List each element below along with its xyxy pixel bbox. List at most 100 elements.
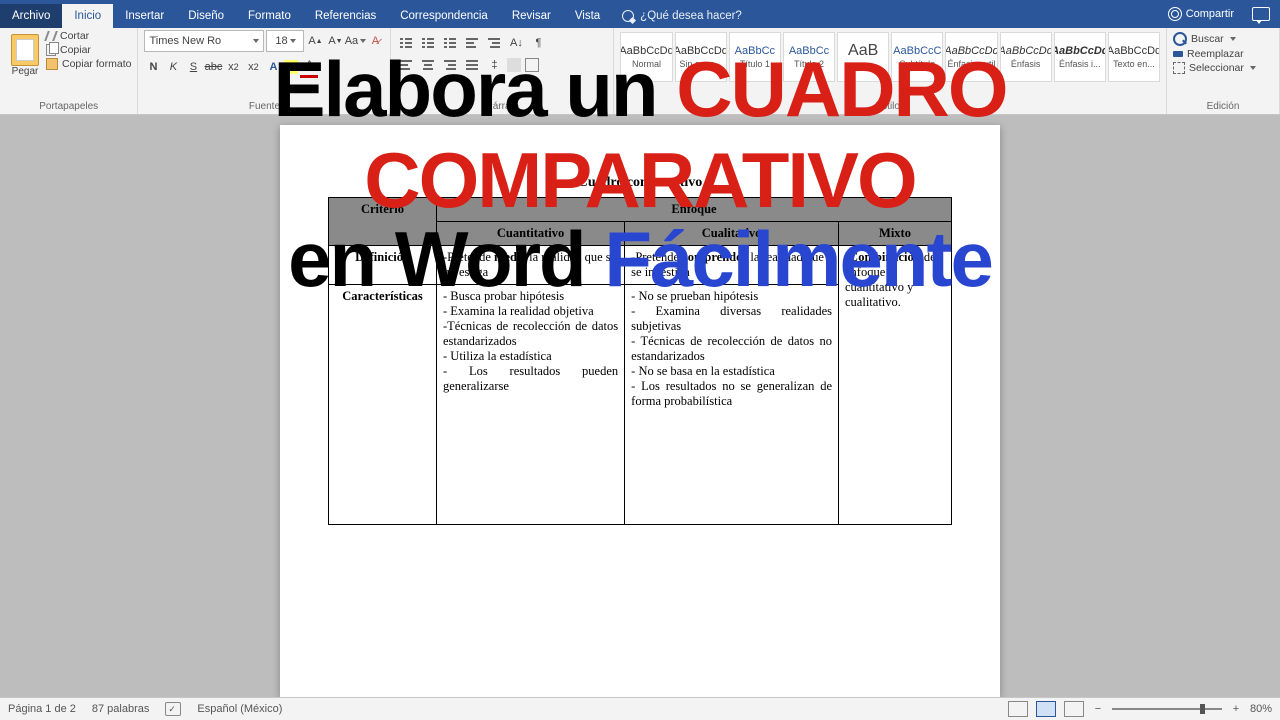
sort-button[interactable]: A↓ [507,34,525,52]
numbering-button[interactable] [419,34,437,52]
clipboard-title: Portapapeles [6,101,131,114]
hdr-cuant: Cuantitativo [437,222,625,246]
align-left-button[interactable] [397,56,415,74]
tab-home[interactable]: Inicio [62,4,113,28]
tab-references[interactable]: Referencias [303,4,388,28]
style-name: Énfasis sutil [947,59,995,69]
style-texto-en-[interactable]: AaBbCcDdTexto en... [1108,32,1160,82]
underline-button[interactable]: S [184,57,202,77]
share-button[interactable]: Compartir [1162,5,1240,23]
zoom-in-button[interactable]: + [1230,703,1242,715]
paste-button[interactable]: Pegar [6,30,44,77]
strike-button[interactable]: abc [204,57,222,77]
increase-indent-button[interactable] [485,34,503,52]
highlight-button[interactable] [284,60,298,74]
font-size-select[interactable]: 18 [266,30,304,52]
shading-button[interactable] [507,58,521,72]
show-marks-button[interactable]: ¶ [529,34,547,52]
style-t-tulo-2[interactable]: AaBbCcTítulo 2 [783,32,835,82]
style-sample: AaBbCcDd [945,45,997,57]
bullets-button[interactable] [397,34,415,52]
tab-file[interactable]: Archivo [0,4,62,28]
find-button[interactable]: Buscar [1173,32,1273,46]
cell-def-cuant: -Pretende medir la realidad que se inves… [437,246,625,285]
style--nfasis[interactable]: AaBbCcDdÉnfasis [1000,32,1052,82]
style-sample: AaBbCcDd [620,45,672,57]
status-page[interactable]: Página 1 de 2 [8,703,76,715]
replace-button[interactable]: Reemplazar [1173,48,1273,60]
format-painter-button[interactable]: Copiar formato [46,58,131,70]
spellcheck-icon[interactable]: ✓ [165,702,181,716]
share-icon [1168,7,1182,21]
decrease-indent-button[interactable] [463,34,481,52]
font-title: Fuente [144,101,384,114]
paragraph-title: Párrafo [397,101,607,114]
view-print-button[interactable] [1036,701,1056,717]
cut-button[interactable]: Cortar [46,30,131,42]
tell-me-placeholder: ¿Qué desea hacer? [640,10,742,22]
borders-button[interactable] [525,58,539,72]
superscript-button[interactable]: x2 [244,57,262,77]
select-button[interactable]: Seleccionar [1173,62,1273,74]
editing-title: Edición [1173,101,1273,114]
font-name-select[interactable]: Times New Ro [144,30,264,52]
comments-icon[interactable] [1252,7,1270,21]
style-subt-tulo[interactable]: AaBbCcCSubtítulo [891,32,943,82]
row-caracteristicas: Características [329,285,437,525]
page[interactable]: Cuadro comparativo Criterio Enfoque Cuan… [280,125,1000,697]
group-font: Times New Ro 18 A▲ A▼ Aa A̷ N K S abc x2… [138,28,391,114]
tab-insert[interactable]: Insertar [113,4,176,28]
style-sample: AaBbCcDd [1000,45,1052,57]
line-spacing-button[interactable]: ‡ [485,56,503,74]
style-sin-espa-[interactable]: AaBbCcDdSin espa... [675,32,727,82]
hdr-criterio: Criterio [329,198,437,246]
status-language[interactable]: Español (México) [197,703,282,715]
comparison-table: Criterio Enfoque Cuantitativo Cualitativ… [328,197,952,525]
align-right-button[interactable] [441,56,459,74]
doc-title: Cuadro comparativo [328,175,952,191]
copy-button[interactable]: Copiar [46,44,131,56]
zoom-out-button[interactable]: − [1092,703,1104,715]
style-sample: AaBbCc [789,45,829,57]
paste-icon [11,34,39,66]
copy-icon [46,44,56,56]
hdr-enfoque: Enfoque [437,198,952,222]
tab-review[interactable]: Revisar [500,4,563,28]
grow-font-button[interactable]: A▲ [306,31,324,51]
italic-button[interactable]: K [164,57,182,77]
tab-view[interactable]: Vista [563,4,612,28]
zoom-level[interactable]: 80% [1250,703,1272,715]
tab-mailings[interactable]: Correspondencia [388,4,500,28]
style-sample: AaBbCcDd [1108,45,1160,57]
bold-button[interactable]: N [144,57,162,77]
text-effects-button[interactable]: A [264,57,282,77]
style-t-tulo[interactable]: AaBTítulo [837,32,889,82]
brush-icon [46,58,58,70]
zoom-thumb[interactable] [1200,704,1205,714]
group-styles: AaBbCcDdNormalAaBbCcDdSin espa...AaBbCcT… [614,28,1167,114]
style-normal[interactable]: AaBbCcDdNormal [620,32,672,82]
style-name: Título [852,62,875,72]
style--nfasis-i-[interactable]: AaBbCcDdÉnfasis i... [1054,32,1106,82]
change-case-button[interactable]: Aa [346,31,364,51]
multilevel-button[interactable] [441,34,459,52]
tell-me-search[interactable]: ¿Qué desea hacer? [622,4,742,28]
subscript-button[interactable]: x2 [224,57,242,77]
view-read-button[interactable] [1008,701,1028,717]
cell-def-cual: -Pretende comprender la realidad que se … [625,246,839,285]
tab-layout[interactable]: Formato [236,4,303,28]
style-t-tulo-1[interactable]: AaBbCcTítulo 1 [729,32,781,82]
font-color-button[interactable]: A [300,55,318,78]
tab-design[interactable]: Diseño [176,4,236,28]
chevron-down-icon [290,39,296,43]
clear-format-button[interactable]: A̷ [366,31,384,51]
view-web-button[interactable] [1064,701,1084,717]
align-center-button[interactable] [419,56,437,74]
zoom-slider[interactable] [1112,708,1222,710]
style--nfasis-sutil[interactable]: AaBbCcDd Énfasis sutil [945,32,997,82]
chevron-down-icon [360,39,366,43]
styles-title: Estilos [620,101,1160,114]
status-words[interactable]: 87 palabras [92,703,150,715]
align-justify-button[interactable] [463,56,481,74]
shrink-font-button[interactable]: A▼ [326,31,344,51]
